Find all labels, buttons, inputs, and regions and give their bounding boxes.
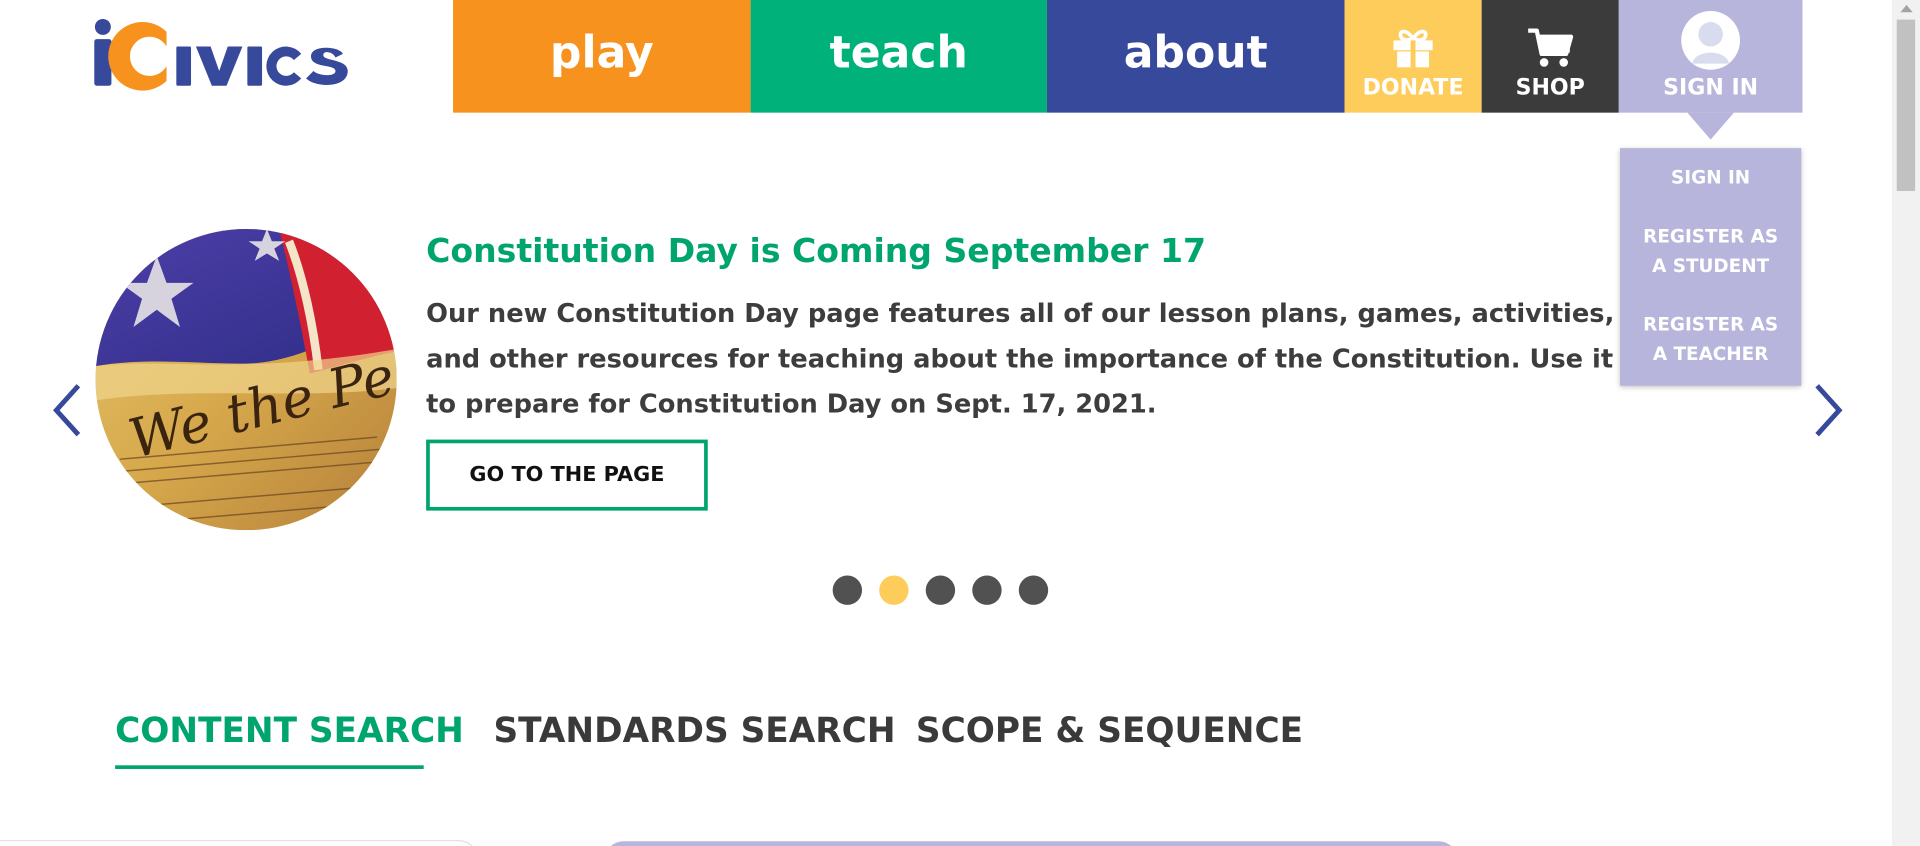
cart-icon <box>1528 28 1574 67</box>
go-to-page-label: GO TO THE PAGE <box>469 462 665 488</box>
avatar-icon <box>1681 11 1741 70</box>
tab-scope-sequence[interactable]: SCOPE & SEQUENCE <box>916 710 1303 750</box>
carousel-title: Constitution Day is Coming September 17 <box>426 232 1206 271</box>
gift-icon <box>1393 29 1433 68</box>
nav-play-label: play <box>549 27 654 78</box>
dropdown-caret <box>1687 112 1734 140</box>
carousel-dot-5[interactable] <box>1018 575 1049 605</box>
page-scrollbar[interactable] <box>1891 0 1920 846</box>
go-to-page-button[interactable]: GO TO THE PAGE <box>426 439 708 511</box>
active-tab-underline <box>115 765 424 769</box>
scroll-up-icon[interactable] <box>1900 4 1913 13</box>
nav-teach[interactable]: teach <box>750 0 1047 113</box>
search-panel-edge <box>0 840 478 846</box>
nav-donate[interactable]: DONATE <box>1344 0 1482 113</box>
carousel-next-button[interactable] <box>1810 382 1847 438</box>
carousel-dot-1[interactable] <box>832 575 863 605</box>
scroll-thumb[interactable] <box>1896 19 1916 192</box>
nav-about-label: about <box>1123 27 1268 78</box>
menu-register-teacher[interactable]: REGISTER AS A TEACHER <box>1620 310 1801 369</box>
carousel-dot-3[interactable] <box>925 575 956 605</box>
carousel-dot-4[interactable] <box>972 575 1002 605</box>
menu-register-student[interactable]: REGISTER AS A STUDENT <box>1620 222 1801 281</box>
nav-play[interactable]: play <box>453 0 751 113</box>
nav-signin[interactable]: SIGN IN <box>1618 0 1803 113</box>
menu-sign-in[interactable]: SIGN IN <box>1620 163 1801 192</box>
nav-teach-label: teach <box>829 27 968 78</box>
nav-about[interactable]: about <box>1046 0 1345 113</box>
carousel-dots <box>832 575 1049 605</box>
carousel-prev-button[interactable] <box>49 382 86 438</box>
nav-shop[interactable]: SHOP <box>1481 0 1619 113</box>
tab-standards-search[interactable]: STANDARDS SEARCH <box>493 710 895 750</box>
nav-donate-label: DONATE <box>1362 74 1464 101</box>
signin-dropdown: SIGN IN REGISTER AS A STUDENT REGISTER A… <box>1620 148 1802 386</box>
carousel-dot-2[interactable] <box>879 575 909 605</box>
chevron-right-icon <box>1815 384 1843 437</box>
icivics-logo[interactable] <box>91 17 380 93</box>
chevron-left-icon <box>53 384 81 437</box>
constitution-flag-image: We the Pe <box>95 228 397 531</box>
carousel-description: Our new Constitution Day page features a… <box>426 298 1615 419</box>
search-bar-edge <box>604 841 1458 846</box>
nav-shop-label: SHOP <box>1515 74 1585 101</box>
tab-content-search[interactable]: CONTENT SEARCH <box>115 710 464 750</box>
page: play teach about DONATE SHOP SIGN IN SIG… <box>0 0 1920 846</box>
nav-signin-label: SIGN IN <box>1663 74 1759 101</box>
